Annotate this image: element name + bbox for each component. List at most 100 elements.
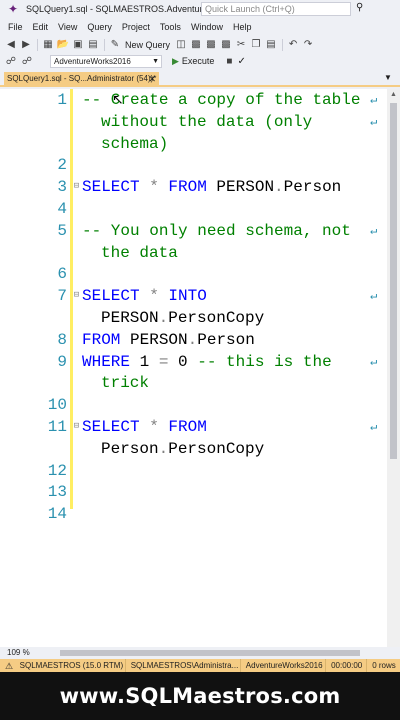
code-line[interactable]: 5 -- You only need schema, not ↵ [0,220,387,242]
ssms-logo-icon: ✦ [7,2,19,16]
open-file-icon[interactable]: 📂 [56,38,70,52]
code-text: -- You only need schema, not [82,220,351,242]
quick-launch-input[interactable]: Quick Launch (Ctrl+Q) [201,2,351,16]
menu-item-query[interactable]: Query [82,22,117,32]
menu-bar: File Edit View Query Project Tools Window Help [0,19,400,35]
xmla-query-icon[interactable]: ▩ [219,38,233,52]
code-line-wrapped[interactable]: without the data (only ↵ [0,111,387,133]
mdx-query-icon[interactable]: ▩ [189,38,203,52]
line-number: 14 [47,505,67,524]
code-token: 1 [130,352,159,371]
code-line[interactable]: 13 [0,481,387,503]
back-icon[interactable]: ◀ [4,38,18,52]
code-token: SELECT [82,287,140,306]
line-number: 8 [57,330,67,349]
available-databases-select[interactable]: AdventureWorks2016 ▼ [50,54,162,68]
save-icon[interactable]: ▣ [71,38,85,52]
zoom-select[interactable]: 109 % [7,647,37,659]
execute-button[interactable]: Execute [182,56,215,66]
code-token: FROM [168,418,207,436]
disconnect-icon[interactable]: ☍ [20,54,34,68]
new-query-button[interactable]: New Query [125,40,170,50]
stop-icon[interactable]: ■ [222,54,236,68]
menu-item-window[interactable]: Window [186,22,228,32]
horizontal-scrollbar-thumb[interactable] [60,650,360,656]
redo-icon[interactable]: ↷ [301,38,315,52]
menu-item-tools[interactable]: Tools [155,22,186,32]
paste-icon[interactable]: ▤ [264,38,278,52]
search-icon[interactable]: ⚲ [356,2,370,16]
code-line[interactable]: 2 [0,154,387,176]
code-line[interactable]: 12 [0,460,387,482]
code-line[interactable]: 7 ⊟ SELECT * INTO ↵ [0,285,387,307]
connect-icon[interactable]: ☍ [4,54,18,68]
collapse-region-icon[interactable]: ⊟ [72,291,81,300]
code-token: Person [197,330,255,349]
word-wrap-icon: ↵ [370,420,378,434]
cut-icon[interactable]: ✂ [234,38,248,52]
copy-icon[interactable]: ❐ [249,38,263,52]
code-line[interactable]: 6 [0,263,387,285]
code-text: Person.PersonCopy [101,438,264,460]
code-token: SELECT [82,418,140,436]
tab-sqlquery1[interactable]: SQLQuery1.sql - SQ...Administrator (54))… [4,72,159,87]
menu-item-file[interactable]: File [0,22,28,32]
code-token: . [274,178,284,197]
menu-item-view[interactable]: View [53,22,82,32]
code-token: SELECT [82,178,140,197]
scroll-up-arrow-icon[interactable]: ▲ [387,89,400,101]
execute-icon[interactable]: ▶ [172,56,179,67]
code-token: PersonCopy [168,439,265,458]
word-wrap-icon: ↵ [370,289,378,304]
code-token: * [139,287,169,306]
line-number: 2 [57,156,67,175]
code-token: -- Create a copy of the table [82,91,361,109]
undo-icon[interactable]: ↶ [286,38,300,52]
database-query-icon[interactable]: ◫ [174,38,188,52]
save-all-icon[interactable]: ▤ [86,38,100,52]
code-line-wrapped[interactable]: Person.PersonCopy [0,438,387,460]
chevron-down-icon: ▼ [152,57,159,65]
new-query-icon[interactable]: ✎ [108,38,122,52]
collapse-region-icon[interactable]: ⊟ [72,422,81,431]
parse-check-icon[interactable]: ✓ [237,56,245,67]
close-icon[interactable]: ✕ [148,72,156,86]
window-title: SQLQuery1.sql - SQLMAESTROS.AdventureW..… [26,4,212,14]
code-token: INTO [168,287,207,306]
horizontal-scrollbar[interactable] [52,649,382,657]
code-line[interactable]: 9 WHERE 1 = 0 -- this is the ↵ [0,351,387,373]
code-line[interactable]: 8 FROM PERSON.Person [0,329,387,351]
code-line-wrapped[interactable]: trick [0,372,387,394]
menu-item-edit[interactable]: Edit [28,22,54,32]
code-line[interactable]: 4 [0,198,387,220]
code-line[interactable]: 11 ⊟ SELECT * FROM ↵ [0,416,387,438]
code-token: WHERE [82,352,131,371]
scrollbar-thumb[interactable] [390,103,397,459]
code-line-wrapped[interactable]: the data [0,242,387,264]
code-line[interactable]: 1 -- Create a copy of the table ↵ [0,89,387,111]
code-line-wrapped[interactable]: schema) [0,133,387,155]
dmx-query-icon[interactable]: ▩ [204,38,218,52]
tab-label: SQLQuery1.sql - SQ...Administrator (54))… [7,74,157,83]
menu-item-project[interactable]: Project [117,22,155,32]
code-line-wrapped[interactable]: PERSON.PersonCopy [0,307,387,329]
code-token: 0 [168,352,198,371]
tab-overflow-chevron-down-icon[interactable]: ▼ [384,73,392,82]
code-line[interactable]: 3 ⊟ SELECT * FROM PERSON.Person [0,176,387,198]
vertical-scrollbar[interactable]: ▲ [387,89,400,647]
standard-toolbar: ◀ ▶ ▦ 📂 ▣ ▤ ✎ New Query ◫ ▩ ▩ ▩ ✂ ❐ ▤ ↶ … [0,36,400,53]
code-line[interactable]: 10 [0,394,387,416]
code-line[interactable]: 14 [0,503,387,525]
code-text: PERSON.PersonCopy [101,307,264,329]
new-project-icon[interactable]: ▦ [41,38,55,52]
toolbar-separator [104,38,105,51]
collapse-region-icon[interactable]: ⊟ [72,182,81,191]
code-text: -- Create a copy of the table [82,89,360,111]
ssms-window: ✦ SQLQuery1.sql - SQLMAESTROS.AdventureW… [0,0,400,672]
sql-editor[interactable]: ↖ 1 -- Create a copy of the table ↵ without… [0,89,387,647]
menu-item-help[interactable]: Help [228,22,257,32]
line-number: 3 [57,178,67,197]
line-number: 11 [47,418,67,436]
forward-icon[interactable]: ▶ [19,38,33,52]
code-token: -- You only need schema, not [82,221,351,240]
